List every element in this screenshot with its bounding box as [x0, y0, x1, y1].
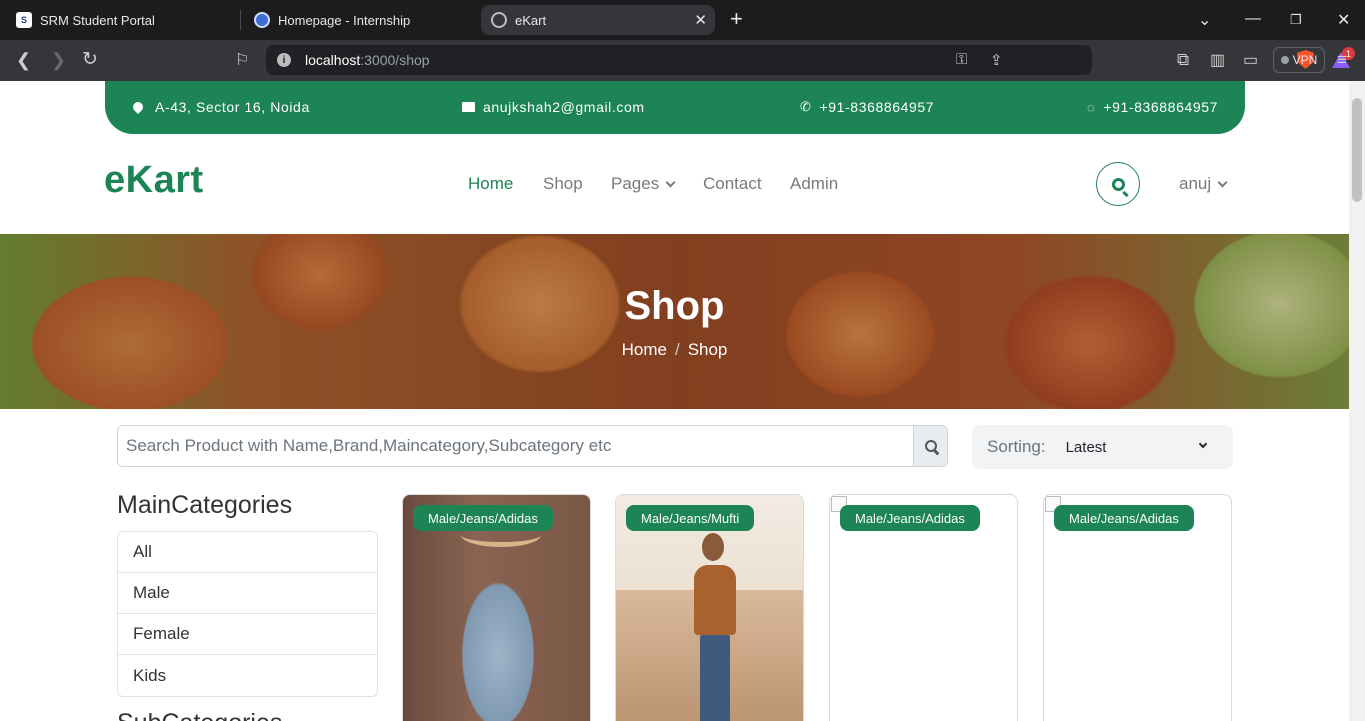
search-icon — [924, 440, 937, 452]
nav-contact[interactable]: Contact — [703, 174, 762, 194]
url-text: localhost:3000/shop — [305, 52, 430, 68]
page-header-banner: Shop Home / Shop — [0, 234, 1349, 409]
menu-icon[interactable]: ≡ — [1337, 50, 1347, 70]
main-categories-list: All Male Female Kids — [117, 531, 378, 697]
whatsapp-text[interactable]: +91-8368864957 — [1103, 99, 1218, 115]
restore-icon[interactable]: ❐ — [1290, 12, 1302, 28]
breadcrumb: Home / Shop — [0, 340, 1349, 360]
phone-info[interactable]: ✆ +91-8368864957 — [800, 99, 934, 115]
browser-tab-bar: S SRM Student Portal Homepage - Internsh… — [0, 0, 1365, 40]
vpn-label: VPN — [1292, 53, 1318, 67]
main-categories-heading: MainCategories — [117, 491, 293, 519]
site-logo[interactable]: eKart — [104, 159, 204, 202]
srm-icon: S — [16, 12, 32, 28]
nav-home[interactable]: Home — [468, 174, 513, 194]
tab-title: eKart — [515, 12, 547, 28]
chevron-down-icon — [665, 177, 676, 188]
browser-toolbar: ❮ ❯ ↻ ⚐ i localhost:3000/shop ⚿ ⇪ 1 ⧉ ▥ … — [0, 40, 1365, 81]
product-card[interactable]: Male/Jeans/Adidas — [829, 494, 1018, 721]
whatsapp-icon: ◌ — [1087, 99, 1096, 115]
product-search-button[interactable] — [913, 426, 947, 466]
reload-icon[interactable]: ↻ — [82, 48, 98, 71]
product-card[interactable]: Male/Jeans/Mufti — [615, 494, 804, 721]
breadcrumb-home[interactable]: Home — [622, 340, 667, 359]
product-card[interactable]: Male/Jeans/Adidas — [402, 494, 591, 721]
sidebar-icon[interactable]: ▥ — [1210, 50, 1225, 70]
breadcrumb-separator: / — [674, 340, 680, 359]
contact-top-bar: A-43, Sector 16, Noida anujkshah2@gmail.… — [105, 81, 1245, 134]
close-tab-icon[interactable]: ✕ — [694, 11, 707, 29]
page-title: Shop — [624, 284, 725, 328]
breadcrumb-current: Shop — [687, 340, 728, 359]
scrollbar-thumb[interactable] — [1352, 98, 1362, 202]
share-icon[interactable]: ⇪ — [990, 51, 1003, 69]
tab-title: Homepage - Internship — [278, 12, 411, 28]
envelope-icon — [462, 102, 475, 112]
address-bar[interactable]: i localhost:3000/shop ⚿ ⇪ 1 — [266, 45, 1355, 75]
category-item-all[interactable]: All — [118, 532, 377, 573]
back-icon[interactable]: ❮ — [16, 50, 31, 71]
search-toggle-button[interactable] — [1096, 162, 1140, 206]
product-category-badge: Male/Jeans/Mufti — [626, 505, 755, 531]
tab-search-chevron-icon[interactable]: ⌄ — [1198, 10, 1211, 30]
map-marker-icon — [130, 99, 146, 115]
sorting-group: Sorting: Latest — [972, 425, 1233, 469]
sorting-label: Sorting: — [987, 437, 1046, 456]
nav-pages[interactable]: Pages — [611, 174, 676, 194]
vpn-status-icon — [1280, 56, 1289, 64]
page-scrollbar[interactable] — [1349, 81, 1365, 721]
homepage-icon — [254, 12, 270, 28]
model-jacket-shape — [694, 565, 736, 635]
product-category-badge: Male/Jeans/Adidas — [1054, 505, 1194, 531]
main-navbar: eKart Home Shop Pages Contact Admin anuj — [0, 134, 1349, 234]
nav-admin[interactable]: Admin — [790, 174, 838, 194]
vpn-button[interactable]: VPN — [1273, 47, 1325, 73]
product-search-input[interactable] — [118, 426, 915, 466]
address-text: A-43, Sector 16, Noida — [155, 99, 310, 115]
page-viewport: A-43, Sector 16, Noida anujkshah2@gmail.… — [0, 81, 1349, 721]
tab-srm-student-portal[interactable]: S SRM Student Portal — [6, 5, 238, 35]
wallet-icon[interactable]: ▭ — [1243, 50, 1258, 70]
sorting-select[interactable]: Latest — [1066, 432, 1216, 462]
product-category-badge: Male/Jeans/Adidas — [413, 505, 553, 531]
minimize-icon[interactable]: — — [1245, 10, 1261, 28]
user-dropdown[interactable]: anuj — [1179, 174, 1228, 194]
sorting-selected-value: Latest — [1065, 438, 1107, 456]
globe-icon — [491, 12, 507, 28]
product-card[interactable]: Male/Jeans/Adidas — [1043, 494, 1232, 721]
site-info-icon[interactable]: i — [277, 53, 291, 67]
chevron-down-icon — [1217, 177, 1228, 188]
nav-pages-label: Pages — [611, 174, 660, 193]
bookmark-icon[interactable]: ⚐ — [235, 50, 249, 70]
sub-categories-heading: SubCategories — [117, 709, 282, 721]
chevron-down-icon — [1198, 439, 1207, 449]
model-jeans-shape — [700, 635, 730, 721]
close-window-icon[interactable]: ✕ — [1337, 10, 1350, 30]
phone-icon: ✆ — [800, 99, 812, 114]
tab-ekart[interactable]: eKart ✕ — [481, 5, 715, 35]
address-info: A-43, Sector 16, Noida — [130, 99, 310, 115]
user-name: anuj — [1179, 174, 1212, 193]
tab-title: SRM Student Portal — [40, 12, 155, 28]
email-text[interactable]: anujkshah2@gmail.com — [483, 99, 645, 115]
model-head-shape — [702, 533, 724, 561]
search-icon — [1111, 177, 1125, 191]
tab-homepage-internship[interactable]: Homepage - Internship — [244, 5, 476, 35]
email-info[interactable]: anujkshah2@gmail.com — [462, 99, 645, 115]
category-item-kids[interactable]: Kids — [118, 655, 377, 696]
forward-icon[interactable]: ❯ — [51, 50, 66, 71]
new-tab-button[interactable]: + — [730, 8, 743, 30]
category-item-female[interactable]: Female — [118, 614, 377, 655]
category-item-male[interactable]: Male — [118, 573, 377, 614]
phone-text[interactable]: +91-8368864957 — [820, 99, 935, 115]
extensions-icon[interactable]: ⧉ — [1177, 50, 1189, 70]
tab-separator — [240, 10, 241, 30]
product-category-badge: Male/Jeans/Adidas — [840, 505, 980, 531]
whatsapp-info[interactable]: ◌ +91-8368864957 — [1087, 99, 1218, 115]
product-search-group — [117, 425, 948, 467]
nav-shop[interactable]: Shop — [543, 174, 583, 194]
key-icon[interactable]: ⚿ — [956, 51, 967, 68]
